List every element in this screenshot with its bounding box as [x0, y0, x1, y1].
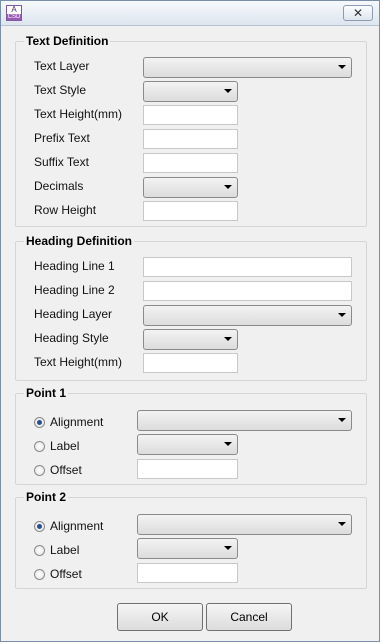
chevron-down-icon	[224, 442, 232, 446]
ok-button[interactable]: OK	[117, 603, 203, 631]
app-icon-letter: A	[11, 5, 17, 14]
chevron-down-icon	[338, 313, 346, 317]
text-style-label: Text Style	[34, 83, 87, 97]
point1-offset-label: Offset	[50, 463, 82, 477]
point1-label-label: Label	[50, 439, 80, 453]
app-icon: A CSD	[6, 5, 22, 21]
chevron-down-icon	[338, 522, 346, 526]
heading-style-label: Heading Style	[34, 331, 109, 345]
chevron-down-icon	[224, 337, 232, 341]
point2-offset-label: Offset	[50, 567, 82, 581]
heading-style-dropdown[interactable]	[143, 329, 238, 350]
point2-alignment-dropdown[interactable]	[137, 514, 352, 535]
point1-alignment-radio[interactable]	[34, 417, 45, 428]
point2-offset-input[interactable]	[137, 563, 238, 583]
heading-text-height-label: Text Height(mm)	[34, 355, 123, 369]
chevron-down-icon	[224, 89, 232, 93]
point2-label-dropdown[interactable]	[137, 538, 238, 559]
dialog-window: A CSD ✕ Text Definition Text Layer Text …	[0, 0, 380, 642]
point2-title: Point 2	[24, 490, 69, 504]
point1-label-dropdown[interactable]	[137, 434, 238, 455]
text-layer-dropdown[interactable]	[143, 57, 352, 78]
point1-title: Point 1	[24, 386, 69, 400]
heading-line1-input[interactable]	[143, 257, 352, 277]
heading-text-height-input[interactable]	[143, 353, 238, 373]
point2-offset-radio[interactable]	[34, 569, 45, 580]
heading-line1-label: Heading Line 1	[34, 259, 115, 273]
decimals-label: Decimals	[34, 179, 84, 193]
close-icon: ✕	[352, 6, 364, 20]
chevron-down-icon	[338, 65, 346, 69]
heading-definition-title: Heading Definition	[24, 234, 134, 248]
text-layer-label: Text Layer	[34, 59, 90, 73]
text-height-input[interactable]	[143, 105, 238, 125]
chevron-down-icon	[224, 546, 232, 550]
point1-alignment-dropdown[interactable]	[137, 410, 352, 431]
prefix-text-label: Prefix Text	[34, 131, 90, 145]
point2-label-radio[interactable]	[34, 545, 45, 556]
chevron-down-icon	[224, 185, 232, 189]
suffix-text-label: Suffix Text	[34, 155, 89, 169]
heading-layer-dropdown[interactable]	[143, 305, 352, 326]
point1-offset-radio[interactable]	[34, 465, 45, 476]
text-definition-title: Text Definition	[24, 34, 111, 48]
point2-alignment-label: Alignment	[50, 519, 104, 533]
row-height-input[interactable]	[143, 201, 238, 221]
decimals-dropdown[interactable]	[143, 177, 238, 198]
heading-line2-input[interactable]	[143, 281, 352, 301]
point1-alignment-label: Alignment	[50, 415, 104, 429]
text-height-label: Text Height(mm)	[34, 107, 123, 121]
cancel-button[interactable]: Cancel	[206, 603, 292, 631]
point1-label-radio[interactable]	[34, 441, 45, 452]
text-style-dropdown[interactable]	[143, 81, 238, 102]
close-button[interactable]: ✕	[343, 5, 373, 21]
point2-alignment-radio[interactable]	[34, 521, 45, 532]
prefix-text-input[interactable]	[143, 129, 238, 149]
heading-line2-label: Heading Line 2	[34, 283, 115, 297]
point1-offset-input[interactable]	[137, 459, 238, 479]
app-icon-subtext: CSD	[7, 14, 21, 20]
point2-label-label: Label	[50, 543, 80, 557]
title-bar: A CSD ✕	[1, 1, 379, 26]
heading-layer-label: Heading Layer	[34, 307, 113, 321]
suffix-text-input[interactable]	[143, 153, 238, 173]
chevron-down-icon	[338, 418, 346, 422]
row-height-label: Row Height	[34, 203, 97, 217]
